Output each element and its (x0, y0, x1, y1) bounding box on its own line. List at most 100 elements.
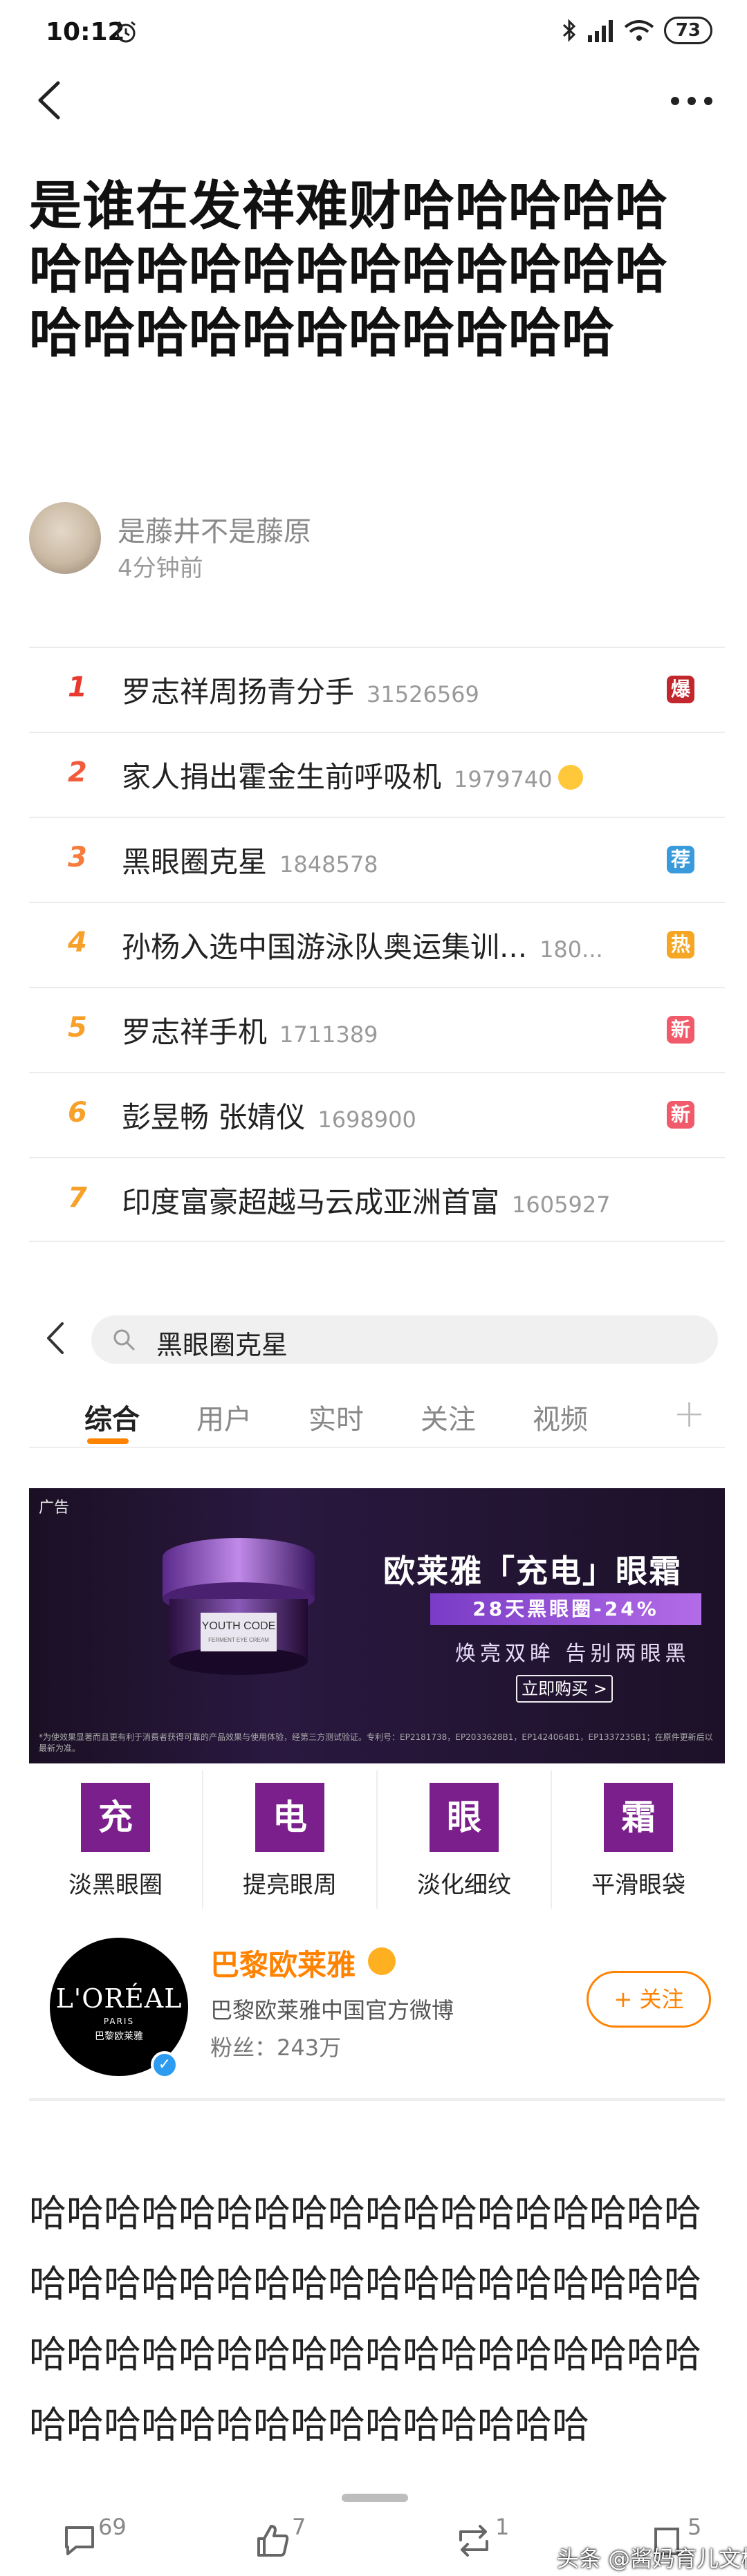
hot-rank-number: 6 (68, 1097, 87, 1129)
brand-account-card[interactable]: L'ORÉAL PARIS 巴黎欧莱雅 ✓ 巴黎欧莱雅 巴黎欧莱雅中国官方微博 … (29, 1920, 725, 2101)
hot-topic-label: 罗志祥周扬青分手 (122, 675, 355, 709)
eye-cream-jar-image: YOUTH CODE FERMENT EYE CREAM (163, 1538, 315, 1675)
battery-indicator: 73 (663, 17, 712, 44)
tab-video[interactable]: 视频 (533, 1397, 588, 1437)
comment-icon (65, 2526, 94, 2555)
post-body: 哈哈哈哈哈哈哈哈哈哈哈哈哈哈哈哈哈哈哈哈哈哈哈哈哈哈哈哈哈哈哈哈哈哈哈哈哈哈哈哈… (29, 2192, 701, 2447)
hot-topic-count: 31526569 (367, 681, 479, 707)
feature-char: 霜 (604, 1783, 673, 1852)
brand-name[interactable]: 巴黎欧莱雅 (210, 1942, 356, 1984)
hot-rank-number: 5 (68, 1012, 87, 1044)
feature-char: 充 (81, 1783, 150, 1852)
hot-badge: 新 (667, 1101, 694, 1129)
search-input[interactable]: 黑眼圈克星 (91, 1315, 718, 1364)
search-tabs: 综合 用户 实时 关注 视频 + (29, 1382, 725, 1448)
share-count: 5 (688, 2514, 702, 2540)
status-bar: 10:12 73 (0, 0, 747, 66)
signal-icon (587, 20, 613, 42)
hot-search-list: 1 罗志祥周扬青分手 31526569 爆 2 家人捐出霍金生前呼吸机 1979740 3 黑眼… (29, 647, 725, 1242)
hot-badge: 新 (667, 1016, 694, 1044)
tab-users[interactable]: 用户 (196, 1397, 252, 1437)
feature-char: 电 (255, 1783, 324, 1852)
hot-list-item[interactable]: 4 孙杨入选中国游泳队奥运集训... 180... 热 (29, 902, 725, 987)
author-name[interactable]: 是藤井不是藤原 (118, 509, 311, 549)
feature-tiles: 充 淡黑眼圈 电 提亮眼周 眼 淡化细纹 霜 平滑眼袋 (29, 1770, 725, 1909)
hot-topic-text: 罗志祥周扬青分手 31526569 (122, 669, 479, 711)
heart-eyes-emoji-icon (368, 1947, 396, 1975)
hot-topic-text: 彭昱畅 张婧仪 1698900 (122, 1094, 416, 1136)
hot-topic-label: 印度富豪超越马云成亚洲首富 (122, 1185, 500, 1219)
embedded-search-screenshot: 黑眼圈克星 综合 用户 实时 关注 视频 + 广告 YOUTH CODE FER… (29, 1300, 725, 2111)
tab-comprehensive[interactable]: 综合 (84, 1397, 140, 1437)
search-query: 黑眼圈克星 (156, 1330, 288, 1360)
hot-topic-label: 家人捐出霍金生前呼吸机 (122, 760, 442, 794)
hot-topic-label: 黑眼圈克星 (122, 845, 268, 879)
hot-topic-text: 罗志祥手机 1711389 (122, 1009, 378, 1051)
hot-list-item[interactable]: 1 罗志祥周扬青分手 31526569 爆 (29, 647, 725, 732)
thumbs-up-icon (257, 2525, 289, 2557)
bottom-action-bar: 69 7 1 5 头条 @酱妈育儿文档 (0, 2507, 747, 2576)
hot-badge: 热 (667, 931, 694, 958)
hot-badge: 爆 (667, 676, 694, 703)
tab-realtime[interactable]: 实时 (308, 1397, 364, 1437)
hot-topic-text: 孙杨入选中国游泳队奥运集训... 180... (122, 924, 603, 966)
follow-button[interactable]: + 关注 (587, 1971, 711, 2028)
feature-tile[interactable]: 充 淡黑眼圈 (29, 1770, 203, 1909)
active-tab-indicator (87, 1438, 129, 1444)
more-options-icon[interactable] (664, 80, 719, 122)
repost-count: 1 (495, 2514, 510, 2540)
ad-subheadline: 焕亮双眸 告别两眼黑 (455, 1642, 690, 1666)
back-arrow-icon[interactable] (42, 1318, 69, 1358)
back-arrow-icon[interactable] (30, 76, 72, 124)
tab-following[interactable]: 关注 (421, 1397, 476, 1437)
hot-list-item[interactable]: 6 彭昱畅 张婧仪 1698900 新 (29, 1072, 725, 1157)
hot-topic-count: 1605927 (512, 1192, 611, 1218)
feature-tile[interactable]: 眼 淡化细纹 (378, 1770, 552, 1909)
hot-badge: 荐 (667, 846, 694, 873)
hot-topic-label: 孙杨入选中国游泳队奥运集训... (122, 930, 528, 964)
ad-label: 广告 (39, 1499, 70, 1517)
hot-topic-count: 1979740 (454, 766, 553, 793)
feature-label: 提亮眼周 (243, 1871, 337, 1899)
buy-now-button[interactable]: 立即购买 > (516, 1675, 613, 1703)
nav-bar (0, 66, 747, 133)
hot-topic-text: 家人捐出霍金生前呼吸机 1979740 (122, 754, 583, 796)
hot-topic-count: 1848578 (279, 851, 378, 878)
alarm-icon (116, 21, 136, 43)
brand-logo-cn: 巴黎欧莱雅 (95, 2031, 143, 2042)
hot-topic-text: 黑眼圈克星 1848578 (122, 839, 378, 881)
verified-badge-icon: ✓ (151, 2051, 178, 2079)
feature-tile[interactable]: 电 提亮眼周 (203, 1770, 378, 1909)
post-time: 4分钟前 (118, 555, 203, 582)
ad-banner[interactable]: 广告 YOUTH CODE FERMENT EYE CREAM 欧莱雅「充电」眼… (29, 1488, 725, 1763)
feature-tile[interactable]: 霜 平滑眼袋 (552, 1770, 725, 1909)
hot-topic-label: 彭昱畅 张婧仪 (122, 1100, 306, 1134)
bluetooth-icon (562, 19, 575, 42)
hot-rank-number: 7 (68, 1182, 87, 1214)
ad-stripe: 28天黑眼圈-24% (430, 1593, 701, 1625)
hot-list-item[interactable]: 7 印度富豪超越马云成亚洲首富 1605927 (29, 1157, 725, 1242)
comment-count: 69 (98, 2514, 127, 2540)
watermark: 头条 @酱妈育儿文档 (557, 2546, 747, 2572)
author-avatar[interactable] (29, 502, 101, 574)
hot-topic-text: 印度富豪超越马云成亚洲首富 1605927 (122, 1179, 611, 1221)
hot-list-item[interactable]: 2 家人捐出霍金生前呼吸机 1979740 (29, 732, 725, 817)
add-tab-button[interactable]: + (673, 1391, 706, 1436)
feature-label: 平滑眼袋 (591, 1871, 685, 1899)
search-bar: 黑眼圈克星 (29, 1300, 725, 1376)
hot-rank-number: 1 (68, 671, 87, 703)
brand-description: 巴黎欧莱雅中国官方微博 (210, 1997, 454, 2023)
repost-icon (459, 2525, 488, 2557)
ad-fine-print: *为使效果显著而且更有利于消费者获得可靠的产品效果与使用体验，经第三方测试验证。… (39, 1732, 713, 1753)
crying-emoji-icon (557, 765, 583, 790)
hot-topic-count: 180... (540, 936, 603, 963)
hot-rank-number: 2 (68, 757, 87, 788)
brand-logo-sub: PARIS (103, 2017, 135, 2026)
scroll-indicator (342, 2494, 408, 2502)
brand-logo-text: L'ORÉAL (55, 1983, 183, 2014)
post-title: 是谁在发祥难财哈哈哈哈哈哈哈哈哈哈哈哈哈哈哈哈哈哈哈哈哈哈哈哈哈哈哈哈 (29, 175, 668, 364)
ad-product-name: YOUTH CODE (202, 1620, 276, 1632)
hot-list-item[interactable]: 5 罗志祥手机 1711389 新 (29, 987, 725, 1072)
hot-list-item[interactable]: 3 黑眼圈克星 1848578 荐 (29, 817, 725, 902)
like-count: 7 (292, 2514, 306, 2540)
